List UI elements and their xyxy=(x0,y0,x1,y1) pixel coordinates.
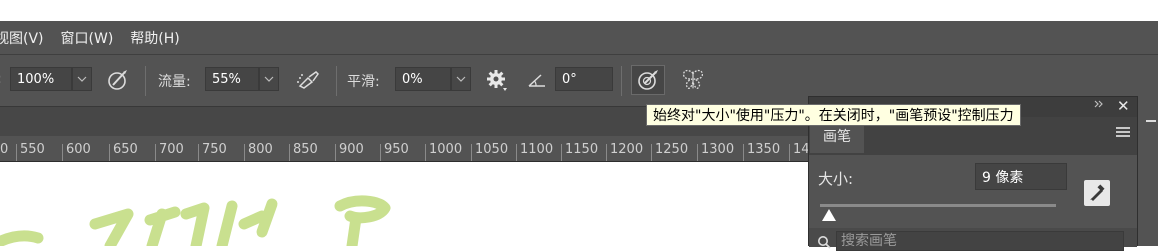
ruler-tick: 1250 xyxy=(651,143,688,161)
ruler-tick: 700 xyxy=(155,143,184,161)
brush-strokes xyxy=(0,195,391,251)
menu-help[interactable]: 帮助(H) xyxy=(130,28,179,48)
ruler-tick: 900 xyxy=(335,143,364,161)
ruler-tick: 800 xyxy=(244,143,273,161)
menu-window[interactable]: 窗口(W) xyxy=(61,28,114,48)
separator xyxy=(145,66,146,96)
chevron-down-icon xyxy=(77,76,87,82)
smoothing-dropdown[interactable] xyxy=(451,67,471,91)
pressure-size-icon xyxy=(638,70,658,90)
window-top-strip xyxy=(0,0,1158,21)
size-slider-thumb[interactable] xyxy=(822,209,836,221)
ruler-tick: 950 xyxy=(380,143,409,161)
flow-label: 流量: xyxy=(158,74,191,90)
brush-search-input[interactable]: 搜索画笔 xyxy=(836,231,1124,251)
ruler-tick: 600 xyxy=(62,143,91,161)
angle-icon xyxy=(525,67,551,93)
airbrush-icon[interactable] xyxy=(296,67,322,93)
separator xyxy=(621,66,622,96)
separator xyxy=(336,66,337,96)
panel-menu-icon[interactable] xyxy=(1116,126,1130,138)
flow-field[interactable]: 55% xyxy=(205,67,259,91)
brush-settings-icon xyxy=(1090,184,1105,201)
smoothing-field[interactable]: 0% xyxy=(395,67,451,91)
ruler-tick: 1150 xyxy=(561,143,598,161)
opacity-field[interactable]: 100% xyxy=(10,67,72,91)
opacity-label-fragment: : xyxy=(0,71,2,87)
right-panel-edge xyxy=(1138,96,1158,246)
tooltip: 始终对"大小"使用"压力"。在关闭时，"画笔预设"控制压力 xyxy=(646,104,1021,126)
menu-view[interactable]: 视图(V) xyxy=(0,28,44,48)
size-field[interactable]: 9 像素 xyxy=(975,163,1067,190)
minimize-icon[interactable] xyxy=(1146,120,1156,122)
opacity-dropdown[interactable] xyxy=(72,67,92,91)
size-label: 大小: xyxy=(818,170,854,188)
gear-icon[interactable] xyxy=(484,67,510,93)
ruler-tick: 850 xyxy=(289,143,318,161)
size-slider-track[interactable] xyxy=(820,204,1056,207)
ruler-tick: 1050 xyxy=(471,143,508,161)
close-icon[interactable]: ✕ xyxy=(1117,97,1130,115)
ruler-tick: 550 xyxy=(16,143,45,161)
ruler-tick: 750 xyxy=(198,143,227,161)
pressure-opacity-icon[interactable] xyxy=(105,67,131,93)
butterfly-symmetry-icon[interactable] xyxy=(680,67,706,93)
chevron-down-icon xyxy=(456,76,466,82)
brush-settings-button[interactable] xyxy=(1084,180,1110,206)
ruler-tick: 1000 xyxy=(425,143,462,161)
ruler-tick: 0 xyxy=(0,143,8,161)
ruler-tick: 1200 xyxy=(606,143,643,161)
ruler-tick: 1300 xyxy=(697,143,734,161)
ruler-tick: 1350 xyxy=(743,143,780,161)
collapse-arrows-icon[interactable] xyxy=(1094,100,1104,108)
menu-bar: 视图(V) 窗口(W) 帮助(H) xyxy=(0,21,1158,54)
pressure-size-button[interactable] xyxy=(631,65,665,95)
ruler-tick: 1100 xyxy=(516,143,553,161)
ruler-tick: 14 xyxy=(789,143,810,161)
chevron-down-icon xyxy=(264,76,274,82)
search-icon xyxy=(818,236,831,249)
smoothing-label: 平滑: xyxy=(347,74,380,90)
angle-field[interactable]: 0° xyxy=(555,67,613,91)
ruler-tick: 650 xyxy=(109,143,138,161)
flow-dropdown[interactable] xyxy=(259,67,279,91)
